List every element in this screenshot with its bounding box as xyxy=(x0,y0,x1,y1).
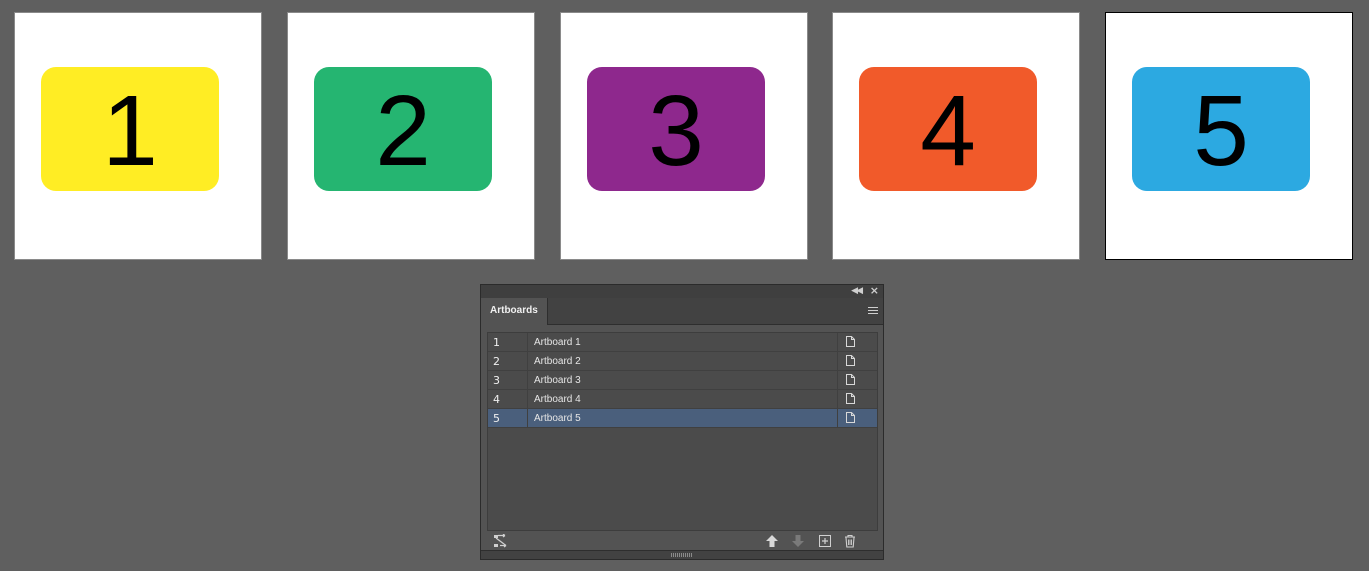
list-item[interactable]: 3 Artboard 3 xyxy=(488,371,877,390)
artboard-options-icon[interactable] xyxy=(846,355,855,366)
artboards-panel: ◀◀ × Artboards 1 Artboard 1 2 Artboard 2 xyxy=(480,284,884,560)
artboard-5[interactable]: 5 xyxy=(1105,12,1353,260)
artboard-1-swatch: 1 xyxy=(41,67,219,191)
artboard-3-swatch: 3 xyxy=(587,67,765,191)
artboard-row-name[interactable]: Artboard 4 xyxy=(534,394,581,405)
artboard-row-name[interactable]: Artboard 1 xyxy=(534,337,581,348)
artboard-4[interactable]: 4 xyxy=(832,12,1080,260)
panel-footer xyxy=(481,531,883,551)
artboard-4-swatch: 4 xyxy=(859,67,1037,191)
artboard-row-number: 1 xyxy=(493,336,500,349)
new-artboard-icon[interactable] xyxy=(818,534,832,548)
artboard-2-number: 2 xyxy=(375,75,431,187)
move-down-icon[interactable] xyxy=(791,534,805,548)
panel-menu-icon[interactable] xyxy=(868,307,878,315)
artboard-row-number: 5 xyxy=(493,412,500,425)
artboard-row-name[interactable]: Artboard 2 xyxy=(534,356,581,367)
artboard-row-number: 4 xyxy=(493,393,500,406)
artboard-row-number: 2 xyxy=(493,355,500,368)
collapse-double-arrow-icon[interactable]: ◀◀ xyxy=(851,286,863,296)
artboard-list[interactable]: 1 Artboard 1 2 Artboard 2 3 Artboard 3 4… xyxy=(487,332,878,531)
list-item[interactable]: 4 Artboard 4 xyxy=(488,390,877,409)
panel-tabbar: Artboards xyxy=(481,298,883,325)
panel-resize-gripper[interactable] xyxy=(481,550,883,559)
panel-titlebar[interactable]: ◀◀ × xyxy=(481,284,883,298)
list-item[interactable]: 2 Artboard 2 xyxy=(488,352,877,371)
artboard-1-number: 1 xyxy=(102,75,158,187)
artboard-3[interactable]: 3 xyxy=(560,12,808,260)
list-item-selected[interactable]: 5 Artboard 5 xyxy=(488,409,877,428)
tab-artboards[interactable]: Artboards xyxy=(481,298,548,325)
artboard-2-swatch: 2 xyxy=(314,67,492,191)
close-icon[interactable]: × xyxy=(870,284,879,297)
move-up-icon[interactable] xyxy=(765,534,779,548)
list-item[interactable]: 1 Artboard 1 xyxy=(488,333,877,352)
artboard-options-icon[interactable] xyxy=(846,374,855,385)
artboard-row-name[interactable]: Artboard 5 xyxy=(534,413,581,424)
artboard-row-number: 3 xyxy=(493,374,500,387)
delete-artboard-icon[interactable] xyxy=(843,534,857,548)
artboard-2[interactable]: 2 xyxy=(287,12,535,260)
artboard-5-swatch: 5 xyxy=(1132,67,1310,191)
artboard-5-number: 5 xyxy=(1193,75,1249,187)
artboard-options-icon[interactable] xyxy=(846,412,855,423)
artboard-4-number: 4 xyxy=(920,75,976,187)
artboard-options-icon[interactable] xyxy=(846,393,855,404)
artboard-1[interactable]: 1 xyxy=(14,12,262,260)
artboard-options-icon[interactable] xyxy=(846,336,855,347)
rearrange-artboards-icon[interactable] xyxy=(493,534,507,548)
artboard-3-number: 3 xyxy=(648,75,704,187)
artboard-row-name[interactable]: Artboard 3 xyxy=(534,375,581,386)
